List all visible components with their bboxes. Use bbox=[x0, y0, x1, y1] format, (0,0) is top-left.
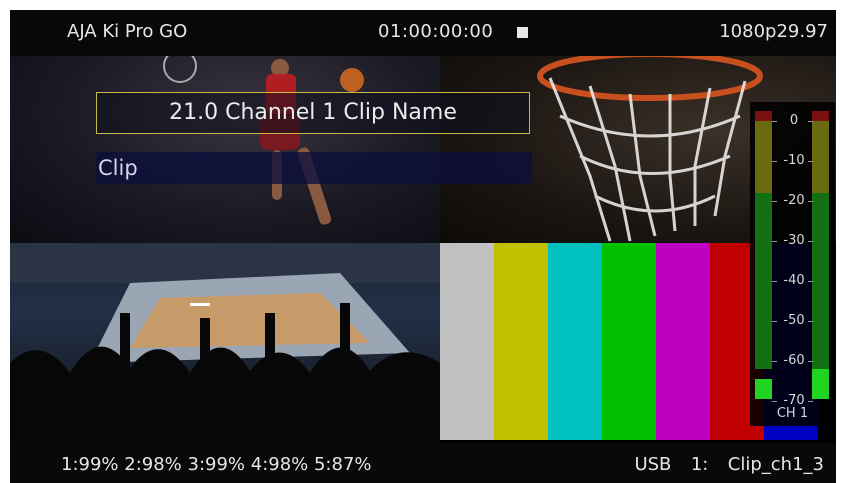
color-bar-yellow bbox=[494, 243, 548, 440]
monitor-output: AJA Ki Pro GO 01:00:00:00 1080p29.97 21.… bbox=[10, 10, 836, 483]
audio-level-meter: 0 -10 -20 -30 -40 -50 -60 -70 CH 1 bbox=[750, 102, 835, 426]
media-capacity-status: 1:99% 2:98% 3:99% 4:98% 5:87% bbox=[61, 454, 372, 475]
bottom-status-bar: 1:99% 2:98% 3:99% 4:98% 5:87% USB 1: Cli… bbox=[10, 443, 836, 483]
video-quadrant-top-left bbox=[10, 56, 440, 243]
color-bar-cyan bbox=[548, 243, 602, 440]
basketball-player-image bbox=[163, 56, 364, 225]
clip-label-box: Clip bbox=[96, 152, 532, 184]
meter-bar-right bbox=[812, 111, 829, 399]
meter-bar-left bbox=[755, 111, 772, 399]
stop-icon bbox=[517, 27, 528, 38]
device-title: AJA Ki Pro GO bbox=[67, 21, 188, 42]
recording-target-status: USB 1: Clip_ch1_3 bbox=[634, 454, 824, 475]
meter-channel-label: CH 1 bbox=[776, 406, 809, 421]
clip-name-title-box: 21.0 Channel 1 Clip Name bbox=[96, 92, 530, 134]
arena-crowd-image bbox=[10, 243, 440, 443]
timecode-display: 01:00:00:00 bbox=[378, 21, 494, 42]
color-bar-green bbox=[602, 243, 656, 440]
video-quadrant-bottom-left bbox=[10, 243, 440, 443]
color-bar-gray bbox=[440, 243, 494, 440]
color-bar-magenta bbox=[656, 243, 710, 440]
video-format-display: 1080p29.97 bbox=[719, 21, 828, 42]
top-status-bar: AJA Ki Pro GO 01:00:00:00 1080p29.97 bbox=[10, 10, 836, 56]
stage: AJA Ki Pro GO 01:00:00:00 1080p29.97 21.… bbox=[0, 0, 857, 483]
